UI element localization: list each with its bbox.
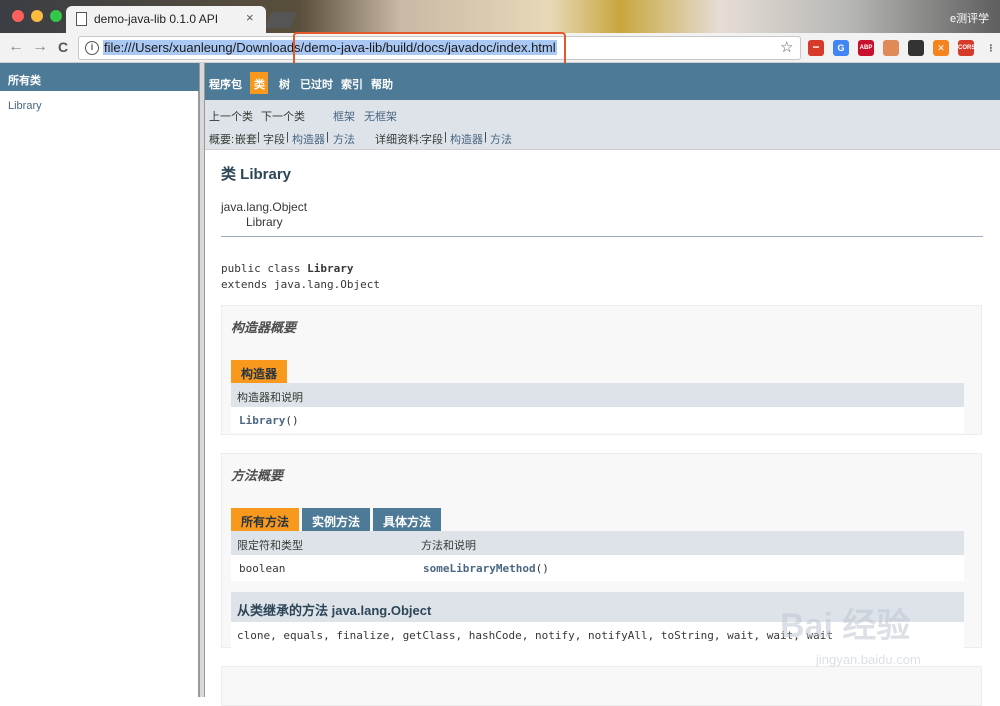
detail-method-link[interactable]: 方法 [490,131,512,147]
bookmark-star-icon[interactable]: ☆ [780,38,793,56]
class-signature-line1: public class Library [221,262,353,275]
top-navbar: 程序包 类 树 已过时 索引 帮助 [205,63,1000,100]
profile-label[interactable]: e测评学 [950,10,989,26]
nav-tree[interactable]: 树 [279,76,290,92]
separator: | [257,131,260,143]
tab-close-icon[interactable]: × [246,10,254,25]
separator: | [484,131,487,143]
all-classes-frame: 所有类 Library [0,63,199,697]
no-frames-link[interactable]: 无框架 [364,108,397,124]
method-link[interactable]: someLibraryMethod [423,562,536,575]
document-icon [76,12,87,26]
constructor-tab[interactable]: 构造器 [231,360,288,383]
hierarchy-parent: java.lang.Object [221,200,308,214]
close-window-button[interactable] [12,10,24,22]
constructor-table-header: 构造器和说明 [231,383,964,407]
ext-1-icon[interactable]: ••• [808,40,824,56]
all-classes-header: 所有类 [0,63,199,91]
class-link-library[interactable]: Library [8,100,42,112]
separator: | [326,131,329,143]
sig-class-name: Library [307,262,354,275]
maximize-window-button[interactable] [50,10,62,22]
nav-index[interactable]: 索引 [341,76,363,92]
detail-constructor-link[interactable]: 构造器 [450,131,483,147]
new-tab-button[interactable] [265,12,297,28]
method-col-header: 方法和说明 [421,540,476,552]
separator: | [286,131,289,143]
tab-all-methods[interactable]: 所有方法 [231,508,300,531]
prev-class-label: 上一个类 [209,111,253,123]
separator: | [444,131,447,143]
summary-field: 字段 [263,134,285,146]
constructor-signature: Library() [239,414,299,427]
tab-concrete-methods[interactable]: 具体方法 [373,508,442,531]
nav-package[interactable]: 程序包 [209,76,242,92]
summary-constructor-link[interactable]: 构造器 [292,131,325,147]
ext-2-icon[interactable]: G [833,40,849,56]
nav-class[interactable]: 类 [254,76,265,92]
constructor-summary-block: 构造器概要 构造器 构造器和说明 Library() [221,305,982,435]
class-title: 类 Library [221,166,292,183]
info-icon[interactable]: i [85,41,99,55]
table-row: boolean someLibraryMethod() [231,555,964,581]
inherited-methods-title: 从类继承的方法 java.lang.Object [237,603,432,618]
detail-label: 详细资料: [375,134,423,146]
detail-field: 字段 [421,134,443,146]
sub-navbar: 上一个类 下一个类 框架 无框架 概要: 嵌套 | 字段 | 构造器 | 方法 … [205,100,1000,150]
ext-6-icon[interactable]: ✕ [933,40,949,56]
watermark-logo: Bai 经验 [780,607,911,645]
method-params: () [535,562,549,575]
summary-label: 概要: [209,134,235,146]
ext-menu-icon[interactable]: ⋮ [983,40,999,56]
ext-abp-icon[interactable]: ABP [858,40,874,56]
method-summary-title: 方法概要 [231,468,284,483]
modifier-col-header: 限定符和类型 [237,540,303,552]
forward-arrow-icon[interactable]: → [32,38,48,56]
class-signature-line2: extends java.lang.Object [221,278,380,291]
constructor-link[interactable]: Library [239,414,285,427]
nav-deprecated[interactable]: 已过时 [300,76,333,92]
constructor-summary-title: 构造器概要 [231,320,297,335]
ext-4-icon[interactable] [883,40,899,56]
minimize-window-button[interactable] [31,10,43,22]
ext-cors-icon[interactable]: CORS [958,40,975,56]
watermark-url: jingyan.baidu.com [816,652,921,667]
tab-title: demo-java-lib 0.1.0 API [94,12,219,26]
reload-icon[interactable]: C [58,39,68,55]
browser-tab[interactable]: demo-java-lib 0.1.0 API × [66,6,266,33]
constructor-params: () [285,414,299,427]
constructor-col-header: 构造器和说明 [237,392,303,404]
tab-instance-methods[interactable]: 实例方法 [302,508,371,531]
method-table-header: 限定符和类型 方法和说明 [231,531,964,555]
back-arrow-icon[interactable]: ← [8,38,24,56]
watermark: Bai 经验 jingyan.baidu.com [770,590,1000,690]
all-classes-title: 所有类 [8,75,41,87]
next-class-label: 下一个类 [261,111,305,123]
summary-method-link[interactable]: 方法 [333,131,355,147]
nav-help[interactable]: 帮助 [371,76,393,92]
divider-line [221,236,983,237]
sig-prefix: public class [221,262,308,275]
method-modifier: boolean [239,562,286,575]
summary-nested: 嵌套 [235,134,257,146]
table-row: Library() [231,407,964,433]
hierarchy-child: Library [246,215,283,229]
inherited-methods-list[interactable]: clone, equals, finalize, getClass, hashC… [237,629,833,642]
method-signature: someLibraryMethod() [423,562,549,575]
frames-link[interactable]: 框架 [333,108,355,124]
ext-5-icon[interactable] [908,40,924,56]
browser-tab-bar: demo-java-lib 0.1.0 API × e测评学 [0,0,1000,33]
